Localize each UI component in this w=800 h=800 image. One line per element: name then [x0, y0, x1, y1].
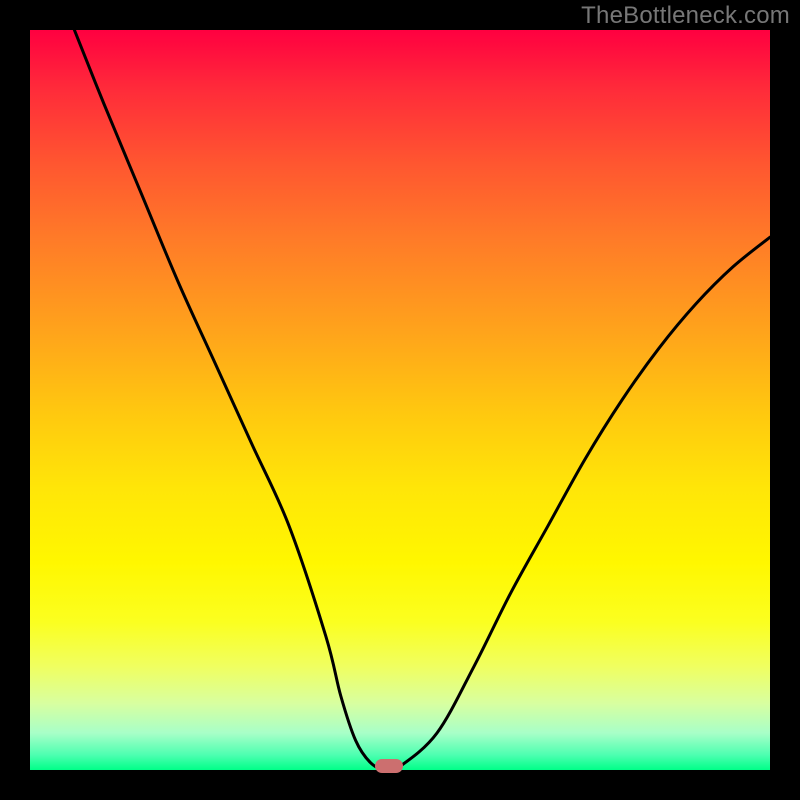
optimal-point-marker: [375, 759, 403, 773]
watermark-label: TheBottleneck.com: [581, 2, 790, 30]
chart-plot-area: [30, 30, 770, 770]
bottleneck-curve: [30, 30, 770, 770]
